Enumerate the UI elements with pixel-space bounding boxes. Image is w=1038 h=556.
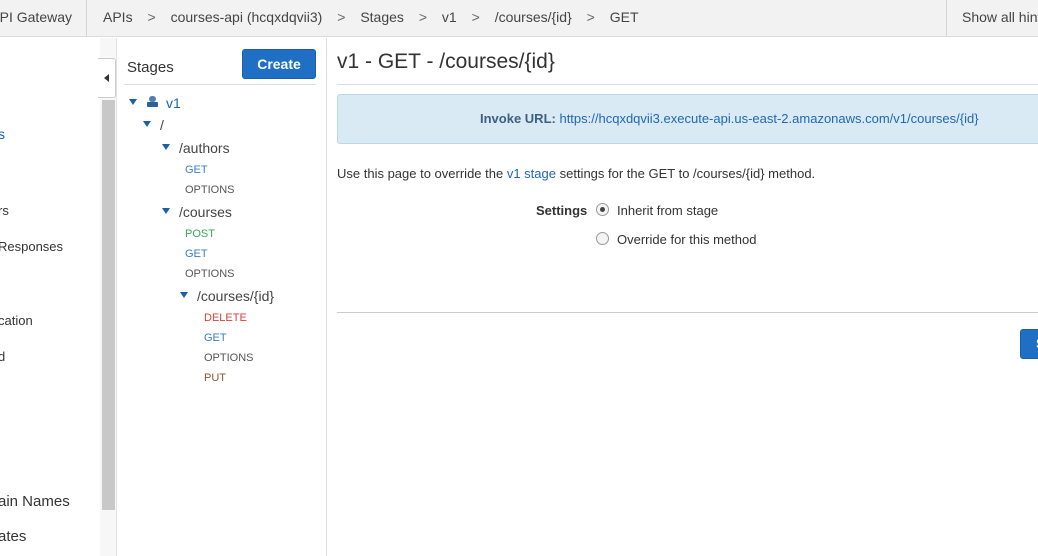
chevron-down-icon[interactable] [162,143,170,150]
description-text: settings for the GET to /courses/{id} me… [555,166,816,181]
service-name[interactable]: API Gateway [0,0,87,37]
tree-node-courses[interactable]: /courses [162,204,232,222]
chevron-down-icon[interactable] [162,207,170,214]
description: Use this page to override the v1 stage s… [337,166,815,181]
method-courses-options[interactable]: OPTIONS [185,268,235,280]
nav-item-authorizers[interactable]: rs [0,203,9,218]
save-button[interactable]: Save [1020,329,1038,359]
nav-item-dashboard[interactable]: d [0,349,5,364]
radio-override-for-method[interactable]: Override for this method [596,232,756,247]
breadcrumb: APIs > courses-api (hcqxdqvii3) > Stages > v1 >… [103,9,639,25]
resource-label[interactable]: /courses/{id} [197,288,274,304]
breadcrumb-stages[interactable]: Stages [360,9,404,25]
radio-unselected-icon[interactable] [596,232,609,246]
nav-item-resources[interactable]: s [0,126,5,142]
tree-node-course-id[interactable]: /courses/{id} [180,288,274,306]
stage-label[interactable]: v1 [166,95,181,111]
chevron-down-icon[interactable] [180,291,188,298]
description-text: Use this page to override the [337,166,507,181]
main-content: v1 - GET - /courses/{id} Invoke URL: htt… [337,38,1038,556]
nav-scrollbar-thumb[interactable] [102,100,115,510]
tree-node-stage[interactable]: v1 [129,95,181,113]
invoke-url-box: Invoke URL: https://hcqxdqvii3.execute-a… [337,94,1038,144]
nav-item-gateway-responses[interactable]: Responses [0,239,63,254]
stage-link[interactable]: v1 stage [507,166,556,181]
show-hints-label: Show all hints [962,9,1038,25]
resource-label[interactable]: / [160,117,164,133]
breadcrumb-separator: > [147,9,156,25]
method-authors-options[interactable]: OPTIONS [185,184,235,196]
top-breadcrumb-bar: API Gateway APIs > courses-api (hcqxdqvii3… [0,0,1038,37]
method-course-id-get[interactable]: GET [204,332,227,344]
breadcrumb-separator: > [471,9,480,25]
radio-label[interactable]: Inherit from stage [617,203,718,218]
radio-selected-icon[interactable] [596,203,609,217]
nav-item-documentation[interactable]: cation [0,313,33,328]
divider [124,84,316,85]
tree-node-root[interactable]: / [143,117,164,135]
breadcrumb-separator: > [418,9,427,25]
collapse-nav-icon[interactable] [98,58,116,98]
invoke-url-link[interactable]: https://hcqxdqvii3.execute-api.us-east-2… [559,111,978,126]
divider [337,84,1038,85]
invoke-url-label: Invoke URL: [480,111,556,126]
chevron-down-icon[interactable] [129,98,137,105]
tree-node-authors[interactable]: /authors [162,140,230,158]
stage-icon [147,96,158,108]
breadcrumb-api[interactable]: courses-api (hcqxdqvii3) [171,9,323,25]
radio-label[interactable]: Override for this method [617,232,756,247]
settings-label: Settings [536,203,588,218]
breadcrumb-stage[interactable]: v1 [442,9,457,25]
create-button[interactable]: Create [242,49,316,79]
breadcrumb-separator: > [586,9,595,25]
breadcrumb-apis[interactable]: APIs [103,9,133,25]
stages-heading: Stages [127,59,174,76]
method-authors-get[interactable]: GET [185,164,208,176]
chevron-down-icon[interactable] [143,120,151,127]
breadcrumb-method: GET [609,9,639,25]
breadcrumb-resource[interactable]: /courses/{id} [495,9,572,25]
method-courses-get[interactable]: GET [185,248,208,260]
page-title: v1 - GET - /courses/{id} [337,50,555,73]
service-name-label: API Gateway [0,9,72,25]
method-courses-post[interactable]: POST [185,228,215,240]
divider [337,312,1038,313]
show-hints-button[interactable]: Show all hints [946,0,1038,37]
stages-panel: Stages Create v1 / /authors GET OPTIONS … [118,38,327,556]
method-course-id-put[interactable]: PUT [204,372,226,384]
method-course-id-options[interactable]: OPTIONS [204,352,254,364]
resource-label[interactable]: /authors [179,140,230,156]
method-course-id-delete[interactable]: DELETE [204,312,247,324]
nav-item-custom-domain-names[interactable]: ain Names [0,493,70,510]
left-nav: s rs Responses cation d ain Names ates [0,38,98,556]
radio-inherit-from-stage[interactable]: Inherit from stage [596,203,718,218]
nav-item-client-certificates[interactable]: ates [0,528,26,545]
breadcrumb-separator: > [337,9,346,25]
resource-label[interactable]: /courses [179,204,232,220]
